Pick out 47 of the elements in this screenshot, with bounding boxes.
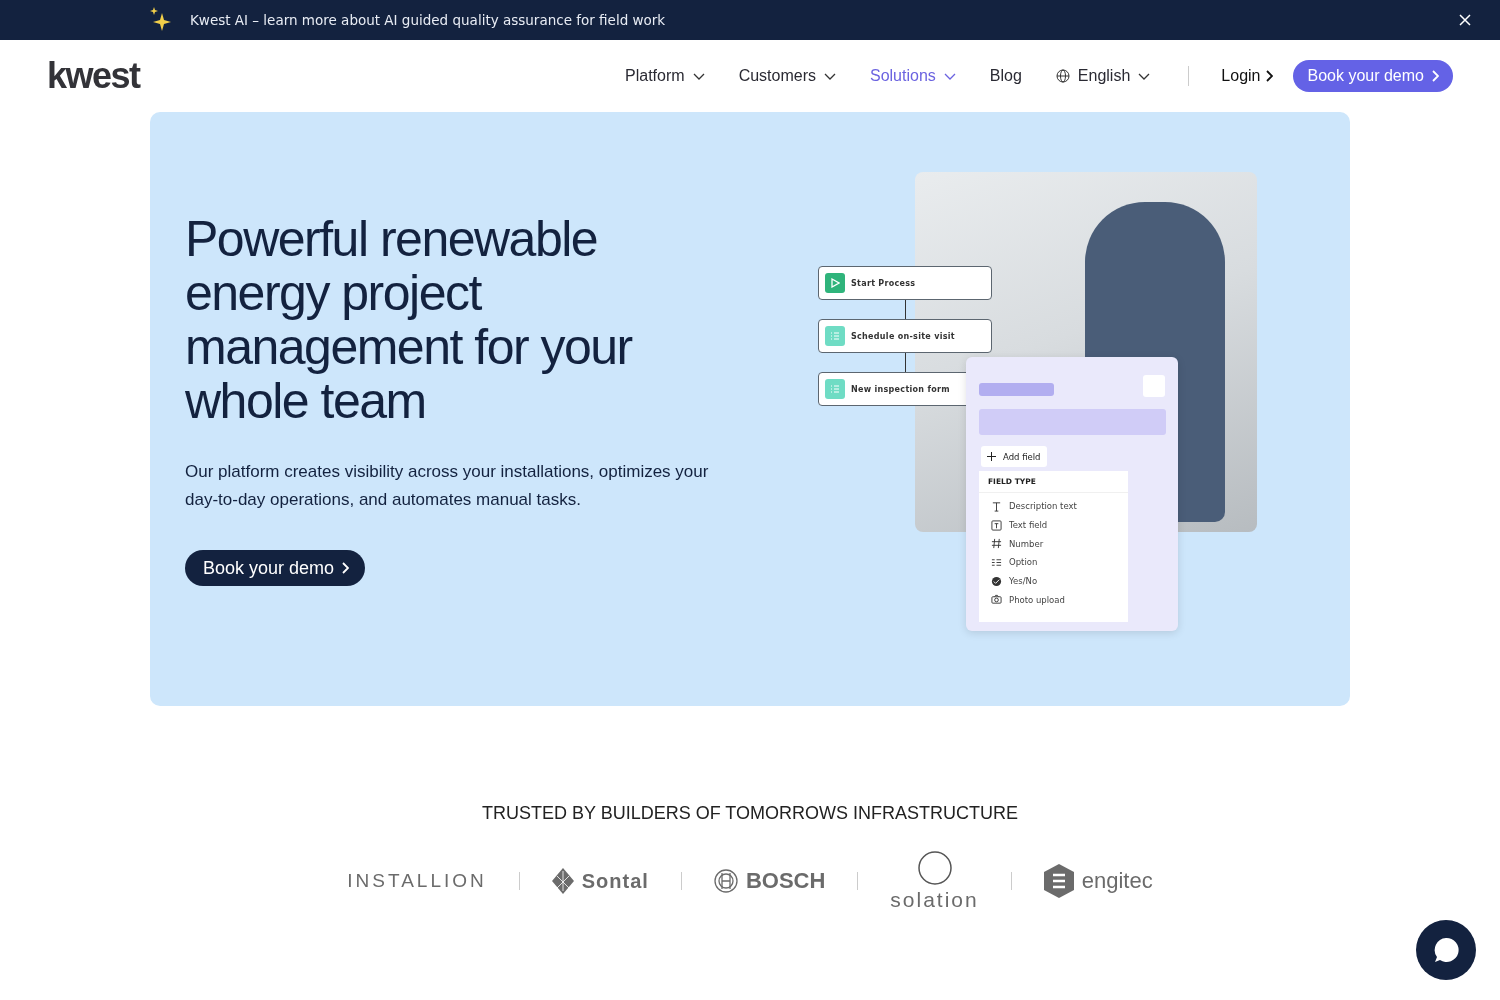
list-icon — [825, 379, 845, 399]
customer-logo: Sontal — [551, 868, 649, 894]
logo[interactable]: kwest — [47, 55, 140, 97]
customer-logo: engitec — [1043, 864, 1153, 898]
menu-item[interactable]: Option — [979, 553, 1128, 572]
hexagon-e-icon — [1043, 864, 1074, 898]
toggle-circle-icon — [991, 575, 1002, 587]
ring-icon — [916, 850, 953, 886]
hash-icon — [991, 538, 1002, 550]
hero-subtitle: Our platform creates visibility across your installations, optimizes your day-to-day operations, and automates manual tasks. — [185, 461, 710, 511]
menu-item[interactable]: Number — [979, 534, 1128, 554]
step-label: New inspection form — [851, 384, 950, 394]
globe-icon — [1055, 69, 1070, 83]
nav-link[interactable]: Blog — [989, 67, 1022, 85]
diamond-grid-icon — [551, 868, 574, 894]
book-demo-button[interactable]: Book your demo — [1293, 60, 1453, 92]
option-list-icon — [991, 556, 1002, 568]
chevron-right-icon — [1266, 70, 1274, 82]
nav-link[interactable]: Solutions — [870, 67, 956, 85]
play-icon — [825, 273, 845, 293]
step-label: Schedule on-site visit — [851, 331, 955, 341]
menu-item[interactable]: Photo upload — [979, 590, 1128, 610]
circle-h-icon — [713, 869, 738, 893]
text-box-icon — [991, 519, 1002, 531]
add-field-button[interactable]: Add field — [981, 446, 1047, 467]
nav-link[interactable]: English — [1055, 67, 1151, 85]
trusted-heading: TRUSTED BY BUILDERS OF TOMORROWS INFRASTRUCTURE — [481, 803, 1018, 824]
nav-link[interactable]: Customers — [738, 67, 836, 85]
menu-item[interactable]: Description text — [979, 497, 1128, 516]
chevron-right-icon — [1432, 70, 1439, 82]
chevron-right-icon — [342, 562, 350, 574]
nav-link[interactable]: Platform — [625, 67, 705, 85]
menu-item[interactable]: Yes/No — [979, 571, 1128, 591]
camera-icon — [991, 594, 1002, 606]
hero-title: Powerful renewable energy project management for your whole team — [185, 212, 634, 428]
login-link[interactable]: Login — [1221, 67, 1274, 85]
customer-logo: BOSCH — [713, 868, 826, 894]
announcement-text[interactable]: Kwest AI – learn more about AI guided quality assurance for field work — [190, 12, 666, 28]
plus-icon — [987, 452, 996, 461]
menu-item[interactable]: Text field — [979, 515, 1128, 535]
customer-logo: solation — [890, 850, 979, 912]
text-icon — [991, 500, 1002, 512]
list-icon — [825, 326, 845, 346]
customer-logo: INSTALLION — [347, 870, 487, 892]
book-demo-button[interactable]: Book your demo — [185, 550, 366, 586]
chat-button[interactable] — [1416, 920, 1476, 980]
step-label: Start Process — [851, 278, 916, 288]
